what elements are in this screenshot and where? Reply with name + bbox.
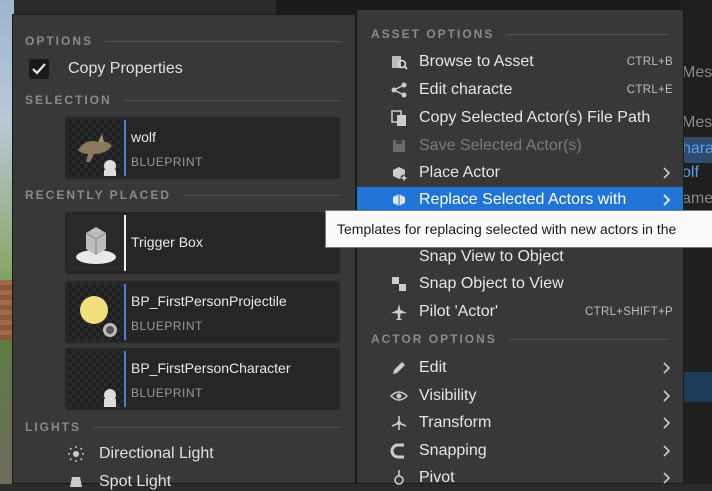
menu-item-edit[interactable]: Edit: [357, 355, 683, 381]
recently-placed-section-header: RECENTLY PLACED: [25, 187, 341, 203]
place-actor-icon: [389, 163, 409, 183]
transform-icon: [389, 413, 409, 433]
eye-icon: [389, 386, 409, 406]
details-panel-fragment: [680, 372, 712, 402]
menu-item-snapping[interactable]: Snapping: [357, 438, 683, 464]
outliner-fragment: Mes: [682, 114, 712, 131]
menu-item-save-selected[interactable]: Save Selected Actor(s): [357, 133, 683, 159]
menu-item-pivot[interactable]: Pivot: [357, 465, 683, 491]
menu-item-browse-to-asset[interactable]: Browse to Asset CTRL+B: [357, 49, 683, 75]
chevron-right-icon: [661, 445, 673, 457]
chevron-right-icon: [661, 362, 673, 374]
recent-asset-projectile[interactable]: BP_FirstPersonProjectile BLUEPRINT: [65, 281, 340, 343]
wolf-thumbnail: [68, 120, 124, 176]
copy-properties-label[interactable]: Copy Properties: [68, 60, 183, 78]
magnet-icon: [389, 441, 409, 461]
light-label: Directional Light: [99, 445, 214, 462]
asset-type: BLUEPRINT: [131, 319, 203, 333]
actor-options-section-header: ACTOR OPTIONS: [371, 331, 669, 347]
snap-object-icon: [389, 274, 409, 294]
replace-icon: [389, 190, 409, 210]
menu-item-snap-object-to-view[interactable]: Snap Object to View: [357, 271, 683, 297]
chevron-right-icon: [661, 417, 673, 429]
light-item-spot[interactable]: Spot Light: [65, 473, 171, 491]
replace-actors-tooltip: Templates for replacing selected with ne…: [325, 210, 712, 248]
recent-asset-character[interactable]: BP_FirstPersonCharacter BLUEPRINT: [65, 348, 340, 410]
asset-type: BLUEPRINT: [131, 155, 203, 169]
menu-item-place-actor[interactable]: Place Actor: [357, 160, 683, 186]
edit-asset-icon: [389, 80, 409, 100]
selection-asset-wolf[interactable]: wolf BLUEPRINT: [65, 117, 340, 179]
character-thumbnail: [68, 351, 124, 407]
menu-item-edit-asset[interactable]: Edit characte CTRL+E: [357, 77, 683, 103]
spot-light-icon: [65, 473, 87, 491]
outliner-fragment: hara: [682, 140, 712, 157]
outliner-fragment: ame: [682, 190, 712, 207]
copy-path-icon: [389, 108, 409, 128]
save-icon: [389, 136, 409, 156]
asset-options-section-header: ASSET OPTIONS: [371, 26, 669, 42]
chevron-right-icon: [661, 167, 673, 179]
lights-section-header: LIGHTS: [25, 419, 341, 435]
menu-item-visibility[interactable]: Visibility: [357, 383, 683, 409]
chevron-right-icon: [661, 390, 673, 402]
pivot-icon: [389, 468, 409, 488]
browse-icon: [389, 52, 409, 72]
chevron-right-icon: [661, 472, 673, 484]
check-icon: [32, 63, 46, 75]
projectile-thumbnail: [68, 284, 124, 340]
chevron-right-icon: [661, 194, 673, 206]
recent-asset-trigger-box[interactable]: Trigger Box: [65, 212, 340, 274]
light-item-directional[interactable]: Directional Light: [65, 445, 214, 463]
options-section-header: OPTIONS: [25, 33, 341, 49]
asset-name: BP_FirstPersonProjectile: [131, 293, 287, 309]
menu-item-pilot-actor[interactable]: Pilot 'Actor' CTRL+SHIFT+P: [357, 299, 683, 325]
asset-name: BP_FirstPersonCharacter: [131, 360, 291, 376]
place-actor-menu: OPTIONS Copy Properties SELECTION wolf B…: [12, 14, 356, 490]
asset-type: BLUEPRINT: [131, 386, 203, 400]
trigger-box-thumbnail: [68, 215, 124, 271]
snap-view-icon: [389, 247, 409, 267]
menu-item-copy-file-path[interactable]: Copy Selected Actor(s) File Path: [357, 105, 683, 131]
selection-section-header: SELECTION: [25, 92, 341, 108]
tooltip-text: Templates for replacing selected with ne…: [337, 221, 677, 237]
menu-item-transform[interactable]: Transform: [357, 410, 683, 436]
copy-properties-checkbox[interactable]: [29, 59, 49, 79]
outliner-fragment: olf: [682, 164, 699, 181]
asset-name: Trigger Box: [131, 234, 203, 250]
pencil-icon: [389, 358, 409, 378]
pilot-icon: [389, 302, 409, 322]
outliner-fragment: Mes: [682, 64, 712, 81]
sun-icon: [65, 445, 87, 463]
light-label: Spot Light: [99, 473, 172, 490]
asset-name: wolf: [131, 129, 156, 145]
